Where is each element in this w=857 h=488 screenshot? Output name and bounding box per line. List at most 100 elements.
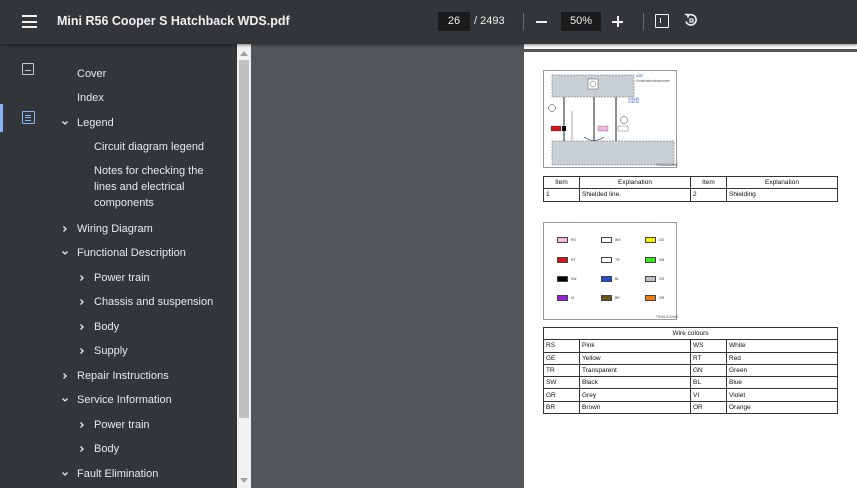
outline-item[interactable]: Supply [57, 343, 237, 363]
outline-item-label: Power train [94, 419, 150, 431]
fig1-label-x18742: X18742 [628, 100, 639, 104]
outline-item-label: Functional Description [77, 247, 186, 259]
chevron-down-icon[interactable] [61, 396, 69, 404]
scroll-down-arrow[interactable] [240, 478, 248, 483]
table-cell: RS [543, 339, 580, 353]
outline-item[interactable]: Service Information [57, 392, 237, 412]
zoom-level-input[interactable]: 50% [561, 12, 601, 31]
outline-item[interactable]: Index [57, 90, 237, 110]
outline-item-label: Body [94, 321, 120, 333]
document-outline-icon[interactable] [22, 111, 35, 124]
table-cell: TR [543, 363, 580, 378]
outline-item-label: Power train [94, 272, 150, 284]
plus-icon[interactable] [611, 12, 625, 30]
menu-icon[interactable] [22, 15, 37, 28]
table-row: 1 Shielded line. 2 Shielding [543, 188, 838, 202]
outline-item[interactable]: Wiring Diagram [57, 221, 237, 241]
table-header: Explanation [579, 175, 691, 190]
chevron-down-icon[interactable] [61, 249, 69, 257]
colour-swatch-code: RT [571, 258, 576, 262]
outline-item-label: Body [94, 443, 120, 455]
table-cell: Shielded line. [579, 188, 691, 202]
outline-item[interactable]: Body [57, 441, 237, 461]
scroll-up-arrow[interactable] [240, 51, 248, 56]
table-cell: Transparent [579, 363, 691, 378]
explanation-table: Item Explanation Item Explanation 1 Shie… [543, 175, 838, 202]
table-cell: BR [543, 400, 580, 415]
outline-item-label: Wiring Diagram [77, 223, 153, 235]
chevron-right-icon[interactable] [78, 298, 86, 306]
fig1-label-a367: A367 [636, 74, 644, 78]
outline-item-label: Notes for checking the lines and electri… [94, 165, 204, 209]
table-cell: SW [543, 376, 580, 390]
table-cell: BL [690, 376, 727, 390]
outline-item[interactable]: Legend [57, 115, 237, 135]
table-cell: RT [690, 351, 727, 365]
table-cell: 2 [690, 188, 727, 202]
page-number-input[interactable]: 26 [438, 12, 470, 31]
table-cell: Shielding [726, 188, 838, 202]
wire-colour-swatches: TR461/31/2640 RS WS GE RT TR GN SW BL GR VI BR OR [543, 222, 678, 320]
colour-swatch [645, 257, 656, 263]
table-cell: Red [726, 351, 838, 365]
colour-swatch-code: GN [659, 258, 665, 262]
colour-swatch [645, 237, 656, 243]
fit-to-page-icon[interactable] [655, 14, 669, 28]
outline-item-label: Fault Elimination [77, 468, 159, 480]
outline-item-label: Supply [94, 345, 128, 357]
table-cell: Grey [579, 388, 691, 402]
chevron-right-icon[interactable] [78, 274, 86, 282]
outline-item[interactable]: Fault Elimination [57, 466, 237, 486]
colour-swatch-code: OR [659, 296, 665, 300]
table-cell: VI [690, 388, 727, 402]
colour-swatch [601, 295, 612, 301]
outline-item[interactable]: Power train [57, 417, 237, 437]
table-cell: Orange [726, 400, 838, 415]
chevron-right-icon[interactable] [78, 323, 86, 331]
chevron-right-icon[interactable] [78, 445, 86, 453]
chevron-right-icon[interactable] [78, 421, 86, 429]
chevron-down-icon[interactable] [61, 470, 69, 478]
document-outline: Cover Index Legend Circuit diagram legend No… [57, 44, 237, 488]
toolbar-divider [523, 13, 524, 30]
thumbnails-icon[interactable] [22, 63, 34, 75]
wire-colours-table: Wire colours RS Pink WS White GE Yellow RT Red T… [543, 326, 838, 415]
colour-swatch-code: BL [615, 277, 620, 281]
table-row: SW Black BL Blue [543, 376, 838, 390]
table-cell: Pink [579, 339, 691, 353]
table-cell: GN [690, 363, 727, 378]
table-cell: Brown [579, 400, 691, 415]
colour-swatch [601, 257, 612, 263]
outline-item-label: Circuit diagram legend [94, 141, 205, 153]
outline-item[interactable]: Notes for checking the lines and electri… [57, 163, 237, 209]
outline-item-label: Repair Instructions [77, 370, 169, 382]
scrollbar-thumb[interactable] [239, 60, 249, 418]
fig1-label-instrument: Kombinationsinstrument [636, 79, 671, 83]
outline-item[interactable]: Repair Instructions [57, 368, 237, 388]
chevron-right-icon[interactable] [61, 372, 69, 380]
table-cell: OR [690, 400, 727, 415]
colour-swatch [645, 295, 656, 301]
colour-swatch [601, 237, 612, 243]
document-title: Mini R56 Cooper S Hatchback WDS.pdf [57, 14, 290, 28]
chevron-right-icon[interactable] [78, 347, 86, 355]
outline-item[interactable]: Cover [57, 66, 237, 86]
table-row: BR Brown OR Orange [543, 400, 838, 415]
minus-icon[interactable] [535, 12, 549, 30]
table-cell: Black [579, 376, 691, 390]
table-cell: Blue [726, 376, 838, 390]
outline-item[interactable]: Functional Description [57, 245, 237, 265]
chevron-right-icon[interactable] [61, 225, 69, 233]
outline-item[interactable]: Circuit diagram legend [57, 139, 237, 159]
active-indicator [0, 104, 3, 132]
outline-item-label: Service Information [77, 394, 172, 406]
outline-item[interactable]: Body [57, 319, 237, 339]
outline-item[interactable]: Chassis and suspension [57, 294, 237, 314]
chevron-down-icon[interactable] [61, 119, 69, 127]
outline-item-label: Index [77, 92, 104, 104]
table-cell: WS [690, 339, 727, 353]
rotate-icon[interactable] [683, 12, 699, 28]
outline-item[interactable]: Power train [57, 270, 237, 290]
table-header: Item [690, 175, 727, 190]
table-cell: GR [543, 388, 580, 402]
